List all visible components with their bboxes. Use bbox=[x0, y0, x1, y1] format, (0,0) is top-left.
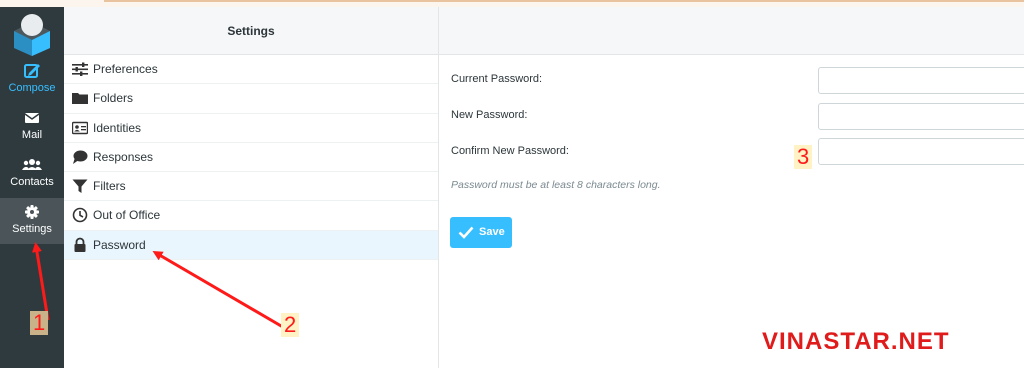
settings-item-label: Password bbox=[93, 237, 146, 252]
current-password-label: Current Password: bbox=[451, 73, 543, 85]
save-button[interactable]: Save bbox=[450, 217, 512, 248]
sliders-icon bbox=[72, 62, 88, 76]
new-password-input[interactable] bbox=[818, 103, 1024, 130]
checkmark-icon bbox=[458, 226, 474, 239]
password-panel-header bbox=[439, 7, 1024, 55]
watermark: VINASTAR.NET bbox=[762, 328, 950, 355]
confirm-password-label: Confirm New Password: bbox=[451, 145, 569, 157]
settings-item-identities[interactable]: Identities bbox=[64, 114, 438, 143]
mail-icon bbox=[24, 113, 40, 123]
settings-item-responses[interactable]: Responses bbox=[64, 143, 438, 173]
sidebar-item-contacts[interactable]: Contacts bbox=[0, 151, 64, 197]
compose-icon bbox=[24, 64, 40, 78]
clock-icon bbox=[72, 208, 88, 223]
top-strip bbox=[0, 0, 1024, 7]
new-password-label: New Password: bbox=[451, 109, 528, 121]
lock-icon bbox=[74, 237, 86, 252]
folder-icon bbox=[72, 93, 88, 105]
settings-item-out-of-office[interactable]: Out of Office bbox=[64, 201, 438, 231]
settings-item-folders[interactable]: Folders bbox=[64, 84, 438, 114]
settings-item-password[interactable]: Password bbox=[64, 230, 438, 261]
settings-item-preferences[interactable]: Preferences bbox=[64, 55, 438, 85]
sidebar-item-settings[interactable]: Settings bbox=[0, 198, 64, 244]
settings-item-label: Folders bbox=[93, 91, 134, 106]
step-3-label: 3 bbox=[794, 145, 813, 169]
settings-item-label: Preferences bbox=[93, 62, 158, 76]
password-hint: Password must be at least 8 characters l… bbox=[451, 179, 661, 191]
settings-item-label: Filters bbox=[93, 179, 126, 194]
settings-item-label: Responses bbox=[93, 149, 154, 164]
sidebar-item-compose[interactable]: Compose bbox=[0, 57, 64, 103]
step-2-label: 2 bbox=[281, 313, 300, 337]
sidebar-item-label: Mail bbox=[21, 129, 43, 141]
settings-item-label: Out of Office bbox=[93, 208, 161, 223]
comment-icon bbox=[73, 150, 88, 164]
settings-list-panel: Settings Preferences Folders Identities bbox=[64, 7, 439, 368]
save-button-label: Save bbox=[479, 226, 505, 238]
current-password-input[interactable] bbox=[818, 67, 1024, 94]
step-1-label: 1 bbox=[30, 311, 49, 335]
id-card-icon bbox=[72, 121, 88, 134]
sidebar-item-mail[interactable]: Mail bbox=[0, 104, 64, 150]
contacts-icon bbox=[22, 159, 42, 170]
settings-item-label: Identities bbox=[93, 120, 142, 135]
sidebar-item-label: Settings bbox=[12, 223, 52, 235]
gear-icon bbox=[25, 205, 39, 219]
settings-header: Settings bbox=[64, 7, 438, 55]
settings-item-filters[interactable]: Filters bbox=[64, 172, 438, 202]
sidebar-item-label: Compose bbox=[8, 82, 56, 94]
confirm-password-input[interactable] bbox=[818, 138, 1024, 165]
password-panel: Current Password: New Password: Confirm … bbox=[439, 7, 1024, 368]
roundcube-logo-icon bbox=[14, 14, 50, 56]
sidebar-item-label: Contacts bbox=[10, 176, 54, 188]
filter-icon bbox=[72, 179, 88, 194]
top-strip-line bbox=[104, 0, 1024, 2]
